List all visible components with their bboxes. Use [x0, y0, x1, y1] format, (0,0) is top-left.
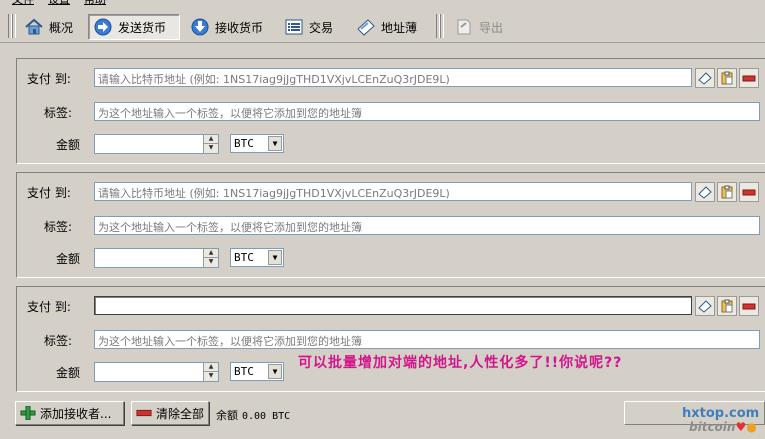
arrow-down-icon	[191, 18, 209, 36]
tab-send-coins[interactable]: 发送货币	[88, 14, 180, 40]
pay-to-label: 支付 到:	[27, 300, 71, 314]
unit-value: BTC	[234, 251, 254, 264]
add-icon	[20, 406, 36, 420]
remove-icon	[136, 409, 152, 417]
toolbar-grip-2	[12, 14, 16, 38]
amount-input[interactable]: ▲ ▼	[94, 362, 219, 382]
recipient-panel-3: 支付 到: 标签: 为这个地址输入一个标签，以便将它添加到您的地址簿 金额 ▲ ▼…	[16, 286, 765, 392]
remove-recipient-button[interactable]	[739, 68, 759, 88]
balance-value: 0.00 BTC	[242, 411, 291, 422]
address-book-icon	[698, 186, 712, 199]
clear-all-label: 清除全部	[155, 406, 204, 421]
tab-address-book[interactable]: 地址薄	[352, 14, 421, 40]
label-field-label: 标签:	[44, 334, 73, 348]
address-book-icon	[357, 19, 375, 36]
balance-label: 余额	[216, 409, 238, 422]
pay-to-label: 支付 到:	[27, 72, 71, 86]
tab-receive-coins[interactable]: 接收货币	[186, 14, 267, 40]
home-icon	[25, 18, 43, 35]
clear-all-button[interactable]: 清除全部	[131, 401, 209, 425]
paste-icon	[721, 71, 733, 85]
paste-icon	[721, 299, 733, 313]
label-input[interactable]: 为这个地址输入一个标签，以便将它添加到您的地址簿	[94, 330, 760, 349]
amount-stepper[interactable]: ▲ ▼	[203, 249, 218, 267]
amount-label: 金额	[56, 138, 81, 152]
balance: 余额 0.00 BTC	[216, 407, 290, 423]
unit-select[interactable]: BTC ▼	[230, 362, 284, 381]
address-book-icon	[698, 300, 712, 313]
address-book-button[interactable]	[695, 182, 715, 202]
unit-value: BTC	[234, 137, 254, 150]
paste-button[interactable]	[717, 68, 737, 88]
watermark-logo: bitcoin♥●	[689, 421, 757, 433]
bitcoin-icon: ●	[746, 420, 757, 434]
tab-transactions[interactable]: 交易	[280, 14, 337, 40]
remove-recipient-button[interactable]	[739, 296, 759, 316]
unit-select[interactable]: BTC ▼	[230, 248, 284, 267]
address-book-button[interactable]	[695, 68, 715, 88]
paste-button[interactable]	[717, 182, 737, 202]
paste-icon	[721, 185, 733, 199]
chevron-down-icon[interactable]: ▼	[268, 364, 282, 379]
unit-select[interactable]: BTC ▼	[230, 134, 284, 153]
arrow-right-icon	[94, 18, 112, 36]
export-button[interactable]: 导出	[450, 14, 507, 40]
remove-icon	[742, 75, 756, 82]
label-field-label: 标签:	[44, 220, 73, 234]
tab-send-coins-label: 发送货币	[118, 20, 167, 35]
amount-stepper[interactable]: ▲ ▼	[203, 135, 218, 153]
remove-icon	[742, 189, 756, 196]
amount-stepper[interactable]: ▲ ▼	[203, 363, 218, 381]
amount-label: 金额	[56, 252, 81, 266]
address-book-button[interactable]	[695, 296, 715, 316]
list-icon	[285, 19, 303, 35]
tab-transactions-label: 交易	[309, 20, 334, 35]
annotation-text: 可以批量增加对端的地址,人性化多了!!你说呢??	[298, 355, 623, 371]
amount-input[interactable]: ▲ ▼	[94, 134, 219, 154]
unit-value: BTC	[234, 365, 254, 378]
label-input[interactable]: 为这个地址输入一个标签，以便将它添加到您的地址簿	[94, 102, 760, 121]
remove-icon	[742, 303, 756, 310]
chevron-down-icon[interactable]: ▼	[268, 136, 282, 151]
watermark-site: hxtop.com	[682, 406, 760, 421]
label-input[interactable]: 为这个地址输入一个标签，以便将它添加到您的地址簿	[94, 216, 760, 235]
recipient-panel-2: 支付 到: 请输入比特币地址 (例如: 1NS17iag9jJgTHD1VXjv…	[16, 172, 765, 278]
add-recipient-label: 添加接收者...	[40, 406, 112, 421]
pay-to-input[interactable]: 请输入比特币地址 (例如: 1NS17iag9jJgTHD1VXjvLCEnZu…	[94, 182, 692, 201]
recipient-panel-1: 支付 到: 请输入比特币地址 (例如: 1NS17iag9jJgTHD1VXjv…	[16, 58, 765, 164]
label-field-label: 标签:	[44, 106, 73, 120]
pay-to-input[interactable]: 请输入比特币地址 (例如: 1NS17iag9jJgTHD1VXjvLCEnZu…	[94, 68, 692, 87]
tab-overview[interactable]: 概况	[20, 14, 77, 40]
tab-address-book-label: 地址薄	[381, 20, 418, 35]
export-icon	[457, 19, 471, 35]
add-recipient-button[interactable]: 添加接收者...	[15, 401, 124, 425]
tab-receive-coins-label: 接收货币	[215, 20, 264, 35]
amount-input[interactable]: ▲ ▼	[94, 248, 219, 268]
tab-overview-label: 概况	[49, 20, 74, 35]
amount-label: 金额	[56, 366, 81, 380]
export-label: 导出	[479, 20, 504, 35]
pay-to-label: 支付 到:	[27, 186, 71, 200]
chevron-down-icon[interactable]: ▼	[268, 250, 282, 265]
toolbar-separator-2	[440, 14, 444, 38]
remove-recipient-button[interactable]	[739, 182, 759, 202]
heart-icon: ♥	[735, 420, 747, 434]
toolbar: 概况 发送货币 接收货币 交易 地址薄 导出	[0, 6, 765, 43]
pay-to-input[interactable]	[94, 296, 692, 315]
watermark-logo-text: bitcoin	[689, 420, 736, 434]
paste-button[interactable]	[717, 296, 737, 316]
address-book-icon	[698, 72, 712, 85]
